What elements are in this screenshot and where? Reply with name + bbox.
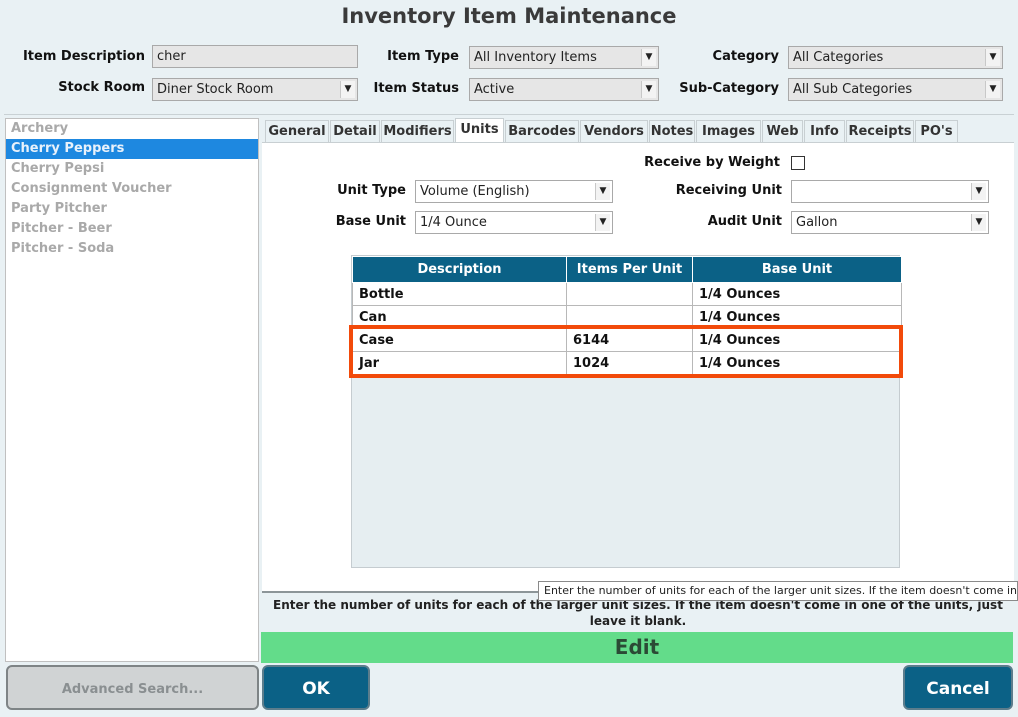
unit-type-label: Unit Type [337,183,406,198]
chevron-down-icon[interactable]: ▼ [641,81,656,98]
base-unit-label: Base Unit [335,214,406,229]
list-item[interactable]: Consignment Voucher [6,179,258,199]
chevron-down-icon[interactable]: ▼ [985,81,1000,98]
chevron-down-icon[interactable]: ▼ [340,81,355,98]
chevron-down-icon[interactable]: ▼ [595,214,610,231]
divider [4,114,1014,115]
item-list[interactable]: Archery Cherry Peppers Cherry Pepsi Cons… [5,118,259,662]
column-header-items-per-unit[interactable]: Items Per Unit [566,256,693,283]
chevron-down-icon[interactable]: ▼ [971,214,986,231]
list-item[interactable]: Cherry Pepsi [6,159,258,179]
category-dropdown[interactable]: All Categories ▼ [788,46,1003,69]
tab-receipts[interactable]: Receipts [846,120,914,142]
cancel-button[interactable]: Cancel [903,665,1013,710]
tab-detail[interactable]: Detail [330,120,380,142]
receive-by-weight-checkbox[interactable] [791,156,805,170]
column-header-description[interactable]: Description [352,256,567,283]
list-item-selected[interactable]: Cherry Peppers [6,139,258,159]
item-description-field[interactable]: cher [152,45,358,68]
list-item[interactable]: Pitcher - Beer [6,219,258,239]
receiving-unit-dropdown[interactable]: ▼ [791,180,989,203]
list-item[interactable]: Party Pitcher [6,199,258,219]
edit-button[interactable]: Edit [261,632,1013,663]
chevron-down-icon[interactable]: ▼ [985,49,1000,66]
receiving-unit-label: Receiving Unit [675,183,782,198]
chevron-down-icon[interactable]: ▼ [641,49,656,66]
tab-notes[interactable]: Notes [649,120,695,142]
list-item[interactable]: Archery [6,119,258,139]
advanced-search-button[interactable]: Advanced Search... [6,665,259,710]
tab-web[interactable]: Web [762,120,803,142]
list-item[interactable]: Pitcher - Soda [6,239,258,259]
tab-pos[interactable]: PO's [915,120,958,142]
item-status-dropdown[interactable]: Active ▼ [469,78,659,101]
base-unit-value: 1/4 Ounce [420,215,487,230]
column-header-base-unit[interactable]: Base Unit [692,256,902,283]
audit-unit-label: Audit Unit [707,214,782,229]
cell-base-unit[interactable]: 1/4 Ounces [692,282,902,306]
tooltip: Enter the number of units for each of th… [538,581,1018,601]
tab-info[interactable]: Info [804,120,845,142]
audit-unit-value: Gallon [796,215,838,230]
receive-by-weight-label: Receive by Weight [644,155,780,170]
help-text: Enter the number of units for each of th… [273,598,1003,628]
cell-items-per-unit[interactable] [566,282,693,306]
tab-units[interactable]: Units [455,118,504,142]
ok-button[interactable]: OK [262,665,370,710]
window-title: Inventory Item Maintenance [341,4,677,28]
chevron-down-icon[interactable]: ▼ [971,183,986,200]
audit-unit-dropdown[interactable]: Gallon ▼ [791,211,989,234]
tab-images[interactable]: Images [696,120,761,142]
item-type-label: Item Type [387,49,459,64]
tab-vendors[interactable]: Vendors [580,120,648,142]
unit-type-value: Volume (English) [420,184,530,199]
unit-type-dropdown[interactable]: Volume (English) ▼ [415,180,613,203]
item-type-value: All Inventory Items [474,50,597,65]
sub-category-label: Sub-Category [679,81,779,96]
tab-bar: General Detail Modifiers Units Barcodes … [262,118,1014,142]
category-label: Category [712,49,779,64]
item-description-label: Item Description [22,49,145,64]
tab-general[interactable]: General [265,120,329,142]
item-status-value: Active [474,82,515,97]
item-status-label: Item Status [373,81,460,96]
sub-category-value: All Sub Categories [793,82,913,97]
stock-room-value: Diner Stock Room [157,82,274,97]
category-value: All Categories [793,50,884,65]
tab-modifiers[interactable]: Modifiers [381,120,454,142]
base-unit-dropdown[interactable]: 1/4 Ounce ▼ [415,211,613,234]
stock-room-dropdown[interactable]: Diner Stock Room ▼ [152,78,358,101]
item-type-dropdown[interactable]: All Inventory Items ▼ [469,46,659,69]
chevron-down-icon[interactable]: ▼ [595,183,610,200]
table-row[interactable]: Bottle 1/4 Ounces [352,282,902,306]
cell-description[interactable]: Bottle [352,282,567,306]
sub-category-dropdown[interactable]: All Sub Categories ▼ [788,78,1003,101]
highlight-box [349,325,903,378]
tab-barcodes[interactable]: Barcodes [505,120,579,142]
stock-room-label: Stock Room [58,80,145,95]
